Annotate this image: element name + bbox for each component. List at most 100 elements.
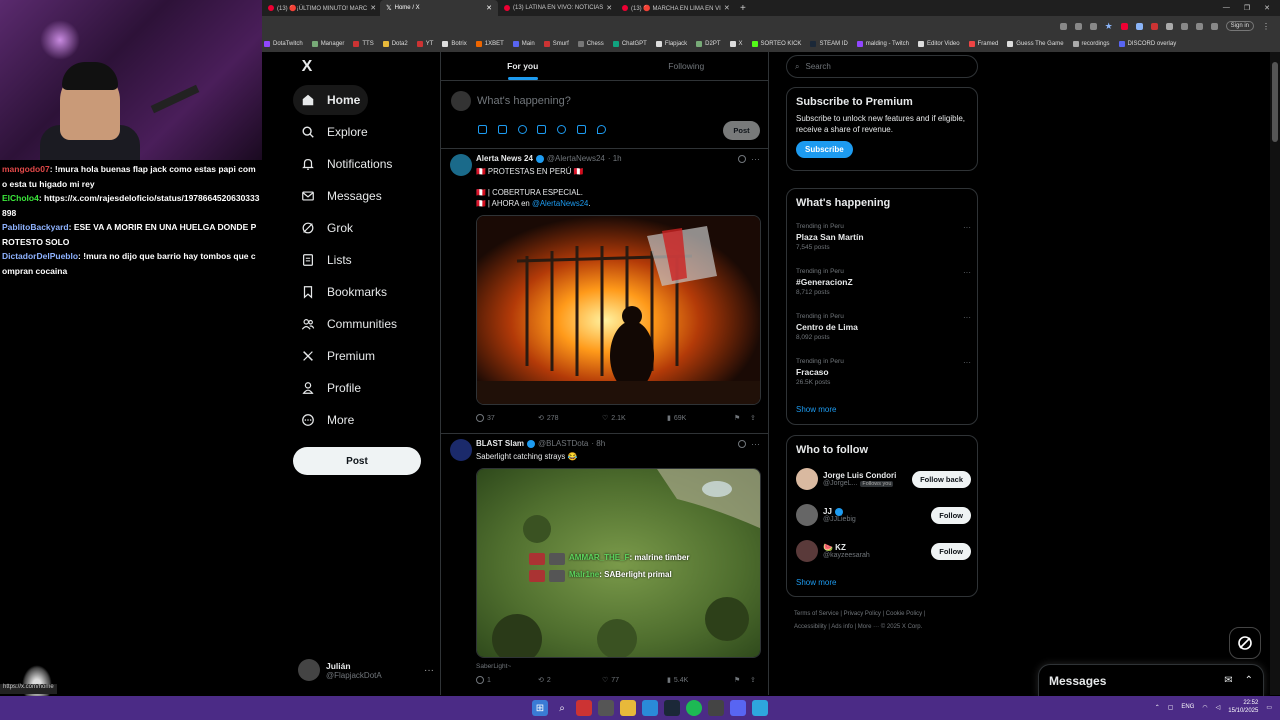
clock[interactable]: 22:52 15/10/2025 <box>1228 699 1258 715</box>
search-icon[interactable]: ⌕ <box>554 700 570 716</box>
follow-suggestion[interactable]: Jorge Luis Condori @JorgeL... Follows you… <box>796 466 971 492</box>
chevron-up-icon[interactable]: ⌃ <box>1245 675 1253 686</box>
search-input[interactable]: ⌕ Search <box>786 55 978 78</box>
avatar[interactable] <box>796 504 818 526</box>
messages-drawer[interactable]: Messages ✉ ⌃ <box>1038 664 1264 696</box>
bookmark-item[interactable]: DISCORD overlay <box>1118 41 1176 47</box>
tweet-author[interactable]: Alerta News 24 <box>476 154 533 163</box>
new-tab-button[interactable]: + <box>734 3 752 14</box>
follow-suggestion[interactable]: 🍉 KZ @kayzeesarah Follow <box>796 538 971 564</box>
sidebar-item-explore[interactable]: Explore <box>293 117 376 147</box>
obs-icon[interactable] <box>708 700 724 716</box>
close-tab-icon[interactable]: ✕ <box>370 4 376 12</box>
account-switcher[interactable]: Julián @FlapjackDotA ··· <box>298 656 434 684</box>
tab-for-you[interactable]: For you <box>441 52 605 80</box>
like-button[interactable]: ♡ 77 <box>602 676 667 685</box>
more-dots-icon[interactable]: ··· <box>963 223 971 232</box>
sidebar-item-bookmarks[interactable]: Bookmarks <box>293 277 395 307</box>
history-icon[interactable] <box>1195 22 1203 30</box>
close-window-icon[interactable]: ✕ <box>1264 4 1270 12</box>
bookmark-item[interactable]: Manager <box>311 41 344 47</box>
notifications-icon[interactable]: ▭ <box>1266 704 1272 711</box>
sidebar-item-communities[interactable]: Communities <box>293 309 405 339</box>
start-icon[interactable]: ⊞ <box>532 700 548 716</box>
follow-button[interactable]: Follow <box>931 506 971 524</box>
show-more-link[interactable]: Show more <box>796 578 836 587</box>
address-bar[interactable]: ★ Sign in ⋮ <box>262 16 1280 36</box>
discord-icon[interactable] <box>730 700 746 716</box>
share-icon[interactable] <box>1089 22 1097 30</box>
zoom-icon[interactable] <box>1074 22 1082 30</box>
grok-icon[interactable] <box>518 125 527 134</box>
poll-icon[interactable] <box>537 125 546 134</box>
image-icon[interactable] <box>478 125 487 134</box>
avatar[interactable] <box>796 540 818 562</box>
sidebar-item-premium[interactable]: Premium <box>293 341 383 371</box>
tweet[interactable]: BLAST Slam @BLASTDota · 8h ··· Saberligh… <box>441 435 768 695</box>
grok-icon[interactable] <box>738 440 746 448</box>
bookmark-button[interactable]: ⚑ <box>734 676 750 684</box>
chevron-up-icon[interactable]: ⌃ <box>1155 704 1160 711</box>
bookmark-item[interactable]: Smurf <box>543 41 569 47</box>
repost-button[interactable]: ⟲ 2 <box>538 676 602 685</box>
menu-dots-icon[interactable]: ⋮ <box>1262 22 1270 31</box>
bookmark-item[interactable]: YT <box>416 41 433 47</box>
bookmark-item[interactable]: X <box>729 41 743 47</box>
sidebar-item-messages[interactable]: Messages <box>293 181 390 211</box>
sidebar-item-home[interactable]: Home <box>293 85 369 115</box>
tweet-time[interactable]: · 1h <box>608 154 622 163</box>
maximize-icon[interactable]: ❐ <box>1244 4 1250 12</box>
bookmark-item[interactable]: Main <box>512 41 535 47</box>
compose-input[interactable]: What's happening? <box>477 95 571 107</box>
bookmark-item[interactable]: TTS <box>353 41 374 47</box>
extension-icon[interactable] <box>1120 22 1128 30</box>
bookmark-item[interactable]: recordings <box>1072 41 1110 47</box>
lang-indicator[interactable]: ENG <box>1181 704 1194 710</box>
bookmark-button[interactable]: ⚑ <box>734 414 750 422</box>
repost-button[interactable]: ⟲ 278 <box>538 414 602 423</box>
avatar[interactable] <box>450 439 472 461</box>
bookmark-item[interactable]: 1XBET <box>475 41 504 47</box>
extension-icon[interactable] <box>1165 22 1173 30</box>
grok-button[interactable] <box>1229 627 1261 659</box>
trend-item[interactable]: Trending in Peru #GeneracionZ 8,712 post… <box>796 268 971 296</box>
more-dots-icon[interactable]: ··· <box>751 154 760 164</box>
bookmark-item[interactable]: Dota2 <box>382 41 408 47</box>
bookmark-item[interactable]: Chess <box>577 41 604 47</box>
minimize-icon[interactable]: — <box>1223 4 1230 12</box>
trend-item[interactable]: Trending in Peru Fracaso 26.5K posts ··· <box>796 358 971 386</box>
tweet-handle[interactable]: @AlertaNews24 <box>547 154 605 163</box>
sidebar-item-grok[interactable]: Grok <box>293 213 361 243</box>
browser-tab[interactable]: (13) 🔴¡ÚLTIMO MINUTO! MARC ✕ <box>262 0 380 16</box>
volume-icon[interactable]: ◁ <box>1216 704 1221 711</box>
trend-item[interactable]: Trending in Peru Plaza San Martín 7,545 … <box>796 223 971 251</box>
file-explorer-icon[interactable] <box>620 700 636 716</box>
close-tab-icon[interactable]: ✕ <box>606 4 612 12</box>
mention-link[interactable]: @AlertaNews24 <box>532 199 588 208</box>
browser-tab[interactable]: (13) 🔴 MARCHA EN LIMA EN VI ✕ <box>616 0 734 16</box>
extension-icon[interactable] <box>1150 22 1158 30</box>
browser-icon[interactable] <box>642 700 658 716</box>
bookmark-item[interactable]: Framed <box>968 41 998 47</box>
show-more-link[interactable]: Show more <box>796 405 836 414</box>
bookmark-item[interactable]: SORTEO KICK <box>751 41 801 47</box>
telegram-icon[interactable] <box>752 700 768 716</box>
wifi-icon[interactable]: ◠ <box>1202 704 1207 711</box>
extension-icon[interactable] <box>1135 22 1143 30</box>
app-icon[interactable] <box>598 700 614 716</box>
grok-icon[interactable] <box>738 155 746 163</box>
tweet-time[interactable]: · 8h <box>591 439 605 448</box>
browser-tab-active[interactable]: 𝕏 Home / X ✕ <box>380 0 498 16</box>
bookmark-item[interactable]: STEAM ID <box>810 41 848 47</box>
close-tab-icon[interactable]: ✕ <box>486 4 492 12</box>
browser-tab[interactable]: (13) LATINA EN VIVO: NOTICIAS ✕ <box>498 0 616 16</box>
schedule-icon[interactable] <box>577 125 586 134</box>
steam-icon[interactable] <box>664 700 680 716</box>
views-button[interactable]: ▮ 5.4K <box>667 676 734 685</box>
tweet-author[interactable]: BLAST Slam <box>476 439 524 448</box>
more-dots-icon[interactable]: ··· <box>963 313 971 322</box>
app-icon[interactable] <box>576 700 592 716</box>
share-button[interactable]: ⇪ <box>750 414 756 422</box>
tweet[interactable]: Alerta News 24 @AlertaNews24 · 1h ··· 🇵🇪… <box>441 150 768 434</box>
more-dots-icon[interactable]: ··· <box>751 439 760 449</box>
